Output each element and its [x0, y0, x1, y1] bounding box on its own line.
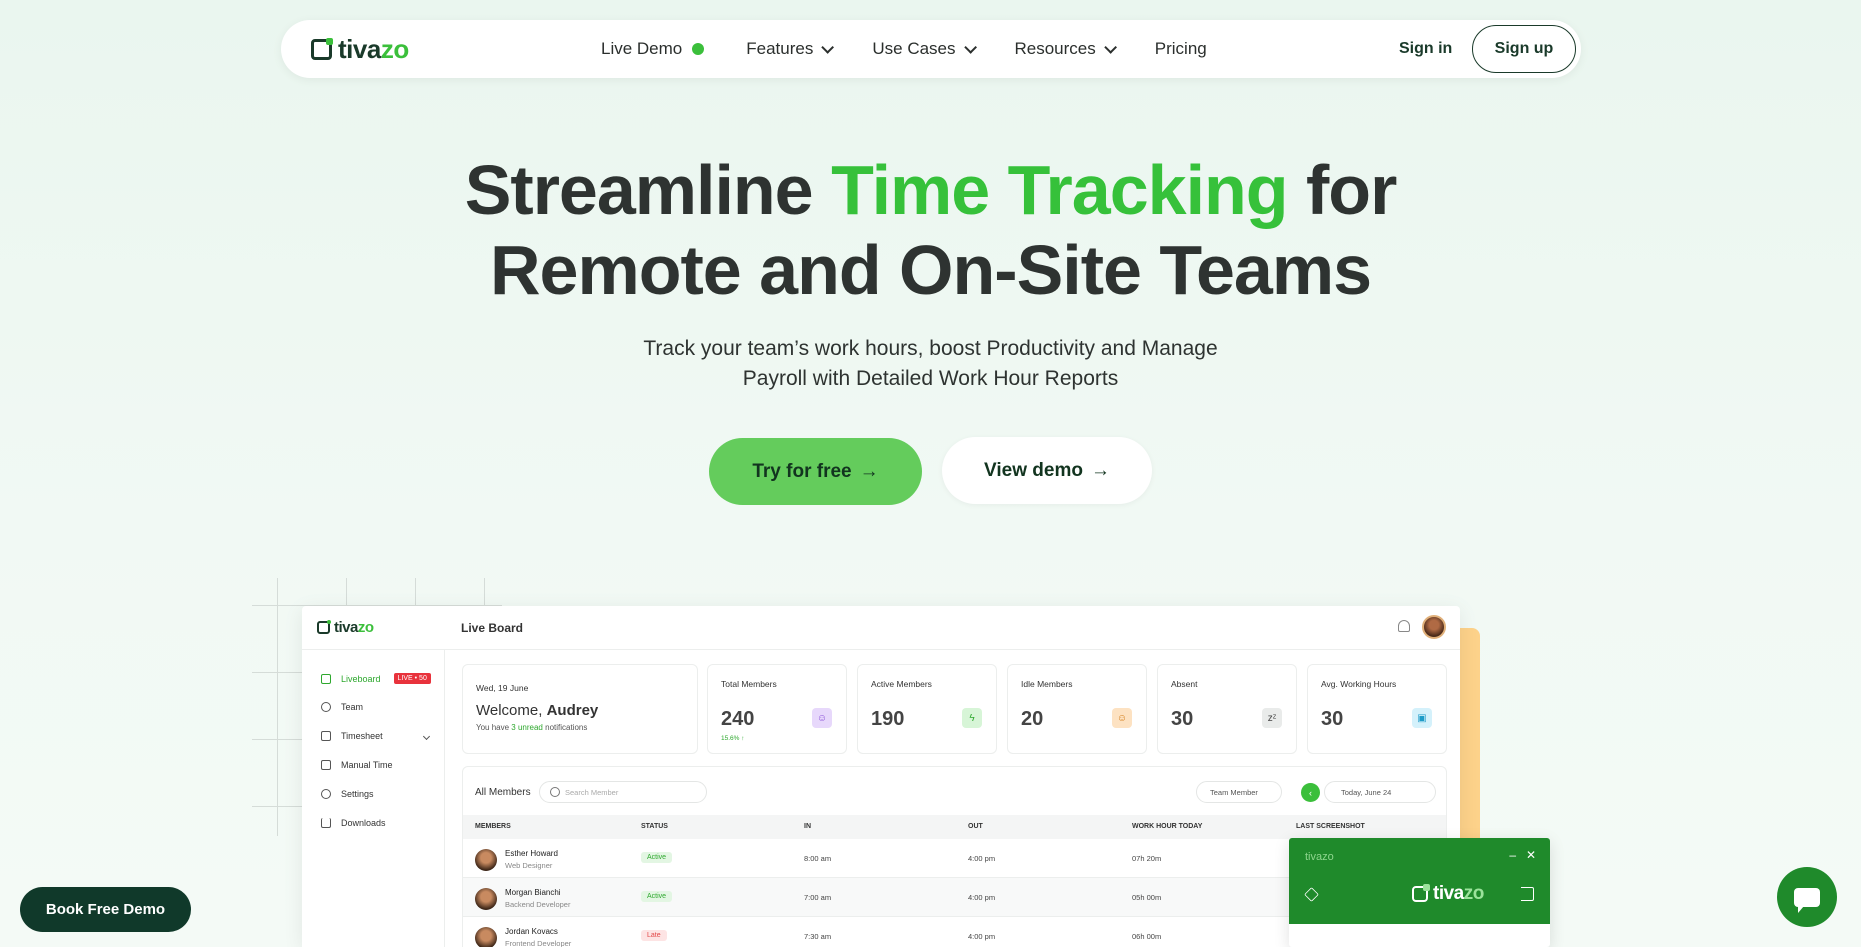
brand-name: tivazo [334, 619, 374, 636]
status-badge: Active [641, 891, 673, 902]
stat-card-avg-hours: Avg. Working Hours 30 ▣ [1307, 664, 1447, 754]
status-badge: Active [641, 852, 673, 863]
sidebar-item-manual-time[interactable]: Manual Time [321, 760, 393, 770]
brand-name: tivazo [1433, 883, 1484, 904]
liveboard-icon [321, 673, 331, 684]
notification-note: You have 3 unread notifications [476, 723, 588, 732]
avatar [475, 888, 497, 910]
stat-card-absent: Absent 30 zᶻ [1157, 664, 1297, 754]
hero-title: Streamline Time Tracking for Remote and … [464, 151, 1398, 309]
signin-link[interactable]: Sign in [1399, 40, 1452, 58]
chat-icon [1794, 887, 1820, 913]
stat-card-total-members: Total Members 240 15.6% ↑ ☺ [707, 664, 847, 754]
briefcase-icon: ▣ [1412, 708, 1432, 728]
user-icon [321, 702, 331, 712]
sidebar-item-timesheet[interactable]: Timesheet [321, 731, 431, 741]
table-title: All Members [475, 787, 531, 798]
sidebar-item-liveboard[interactable]: Liveboard LIVE • 50 [321, 673, 431, 684]
widget-title: tivazo [1305, 851, 1334, 863]
avatar[interactable] [1422, 615, 1446, 639]
logo-icon [311, 37, 333, 60]
sleep-icon: zᶻ [1262, 708, 1282, 728]
grid-decor [252, 739, 302, 740]
nav-live-demo[interactable]: Live Demo [601, 39, 705, 59]
welcome-date: Wed, 19 June [476, 683, 529, 693]
sidebar-item-settings[interactable]: Settings [321, 789, 374, 799]
welcome-greeting: Welcome, Audrey [476, 702, 599, 719]
logout-icon[interactable] [1521, 887, 1534, 901]
book-free-demo-button[interactable]: Book Free Demo [20, 887, 191, 932]
chat-button[interactable] [1777, 867, 1837, 927]
grid-decor [415, 578, 416, 606]
avatar [475, 849, 497, 871]
dashboard-preview: tivazo Live Board Liveboard LIVE • 50 Tea… [302, 606, 1460, 947]
widget-logo: tivazo [1412, 883, 1484, 905]
stat-card-active-members: Active Members 190 ϟ [857, 664, 997, 754]
grid-decor [277, 578, 278, 836]
arrow-right-icon: → [859, 460, 879, 482]
chevron-down-icon [821, 40, 835, 54]
cube-icon[interactable] [1304, 887, 1319, 902]
grid-decor [346, 578, 347, 606]
chevron-down-icon [1104, 40, 1117, 54]
welcome-card: Wed, 19 June Welcome, Audrey You have 3 … [462, 664, 698, 754]
nav-pricing[interactable]: Pricing [1155, 39, 1207, 59]
grid-decor [252, 806, 302, 807]
brand-logo[interactable]: tivazo [311, 34, 409, 65]
brand-name: tivazo [338, 33, 409, 64]
smile-icon: ☺ [1112, 708, 1132, 728]
top-navbar: tivazo Live Demo Features Use Cases Reso… [281, 20, 1581, 78]
arrow-right-icon: → [1090, 459, 1110, 481]
signup-button[interactable]: Sign up [1472, 25, 1576, 73]
view-demo-button[interactable]: View demo → [942, 437, 1152, 504]
nav-use-cases[interactable]: Use Cases [872, 39, 977, 59]
chevron-down-icon [963, 40, 977, 54]
dashboard-logo: tivazo [317, 619, 374, 636]
tracker-widget-header: tivazo – ✕ tivazo [1289, 838, 1550, 924]
grid-decor [252, 672, 302, 673]
nav-resources[interactable]: Resources [1015, 39, 1117, 59]
hero-subtitle: Track your team’s work hours, boost Prod… [643, 337, 1218, 390]
minimize-icon[interactable]: – [1509, 848, 1516, 862]
table-header: MEMBERS STATUS IN OUT WORK HOUR TODAY LA… [463, 815, 1446, 839]
users-icon: ☺ [812, 708, 832, 728]
dashboard-sidebar: Liveboard LIVE • 50 Team Timesheet Manual… [302, 650, 445, 947]
gear-icon [321, 789, 331, 799]
bell-icon[interactable] [1398, 620, 1410, 632]
search-input[interactable]: Search Member [539, 781, 707, 803]
stat-card-idle-members: Idle Members 20 ☺ [1007, 664, 1147, 754]
try-free-button[interactable]: Try for free → [709, 438, 922, 505]
calendar-icon [321, 731, 331, 741]
nav-features[interactable]: Features [746, 39, 835, 59]
close-icon[interactable]: ✕ [1526, 848, 1536, 862]
bolt-icon: ϟ [962, 708, 982, 728]
status-badge: Late [641, 930, 667, 941]
avatar [475, 927, 497, 947]
calendar-icon [321, 760, 331, 770]
dashboard-title: Live Board [461, 620, 524, 635]
logo-icon [317, 620, 331, 634]
grid-decor [484, 578, 485, 606]
logo-icon [1412, 884, 1430, 902]
live-dot-icon [692, 43, 705, 55]
live-badge: LIVE • 50 [393, 673, 431, 684]
chevron-left-icon[interactable]: ‹ [1301, 783, 1320, 802]
sidebar-item-downloads[interactable]: Downloads [321, 818, 386, 828]
nav-links: Live Demo Features Use Cases Resources P… [601, 20, 1249, 78]
download-icon [321, 818, 331, 828]
dashboard-header: tivazo Live Board [302, 606, 1460, 650]
team-member-filter[interactable]: Team Member [1196, 781, 1282, 803]
date-picker[interactable]: Today, June 24 [1324, 781, 1436, 803]
tracker-widget: tivazo – ✕ tivazo [1289, 838, 1550, 947]
sidebar-item-team[interactable]: Team [321, 702, 363, 712]
chevron-down-icon [422, 732, 431, 740]
